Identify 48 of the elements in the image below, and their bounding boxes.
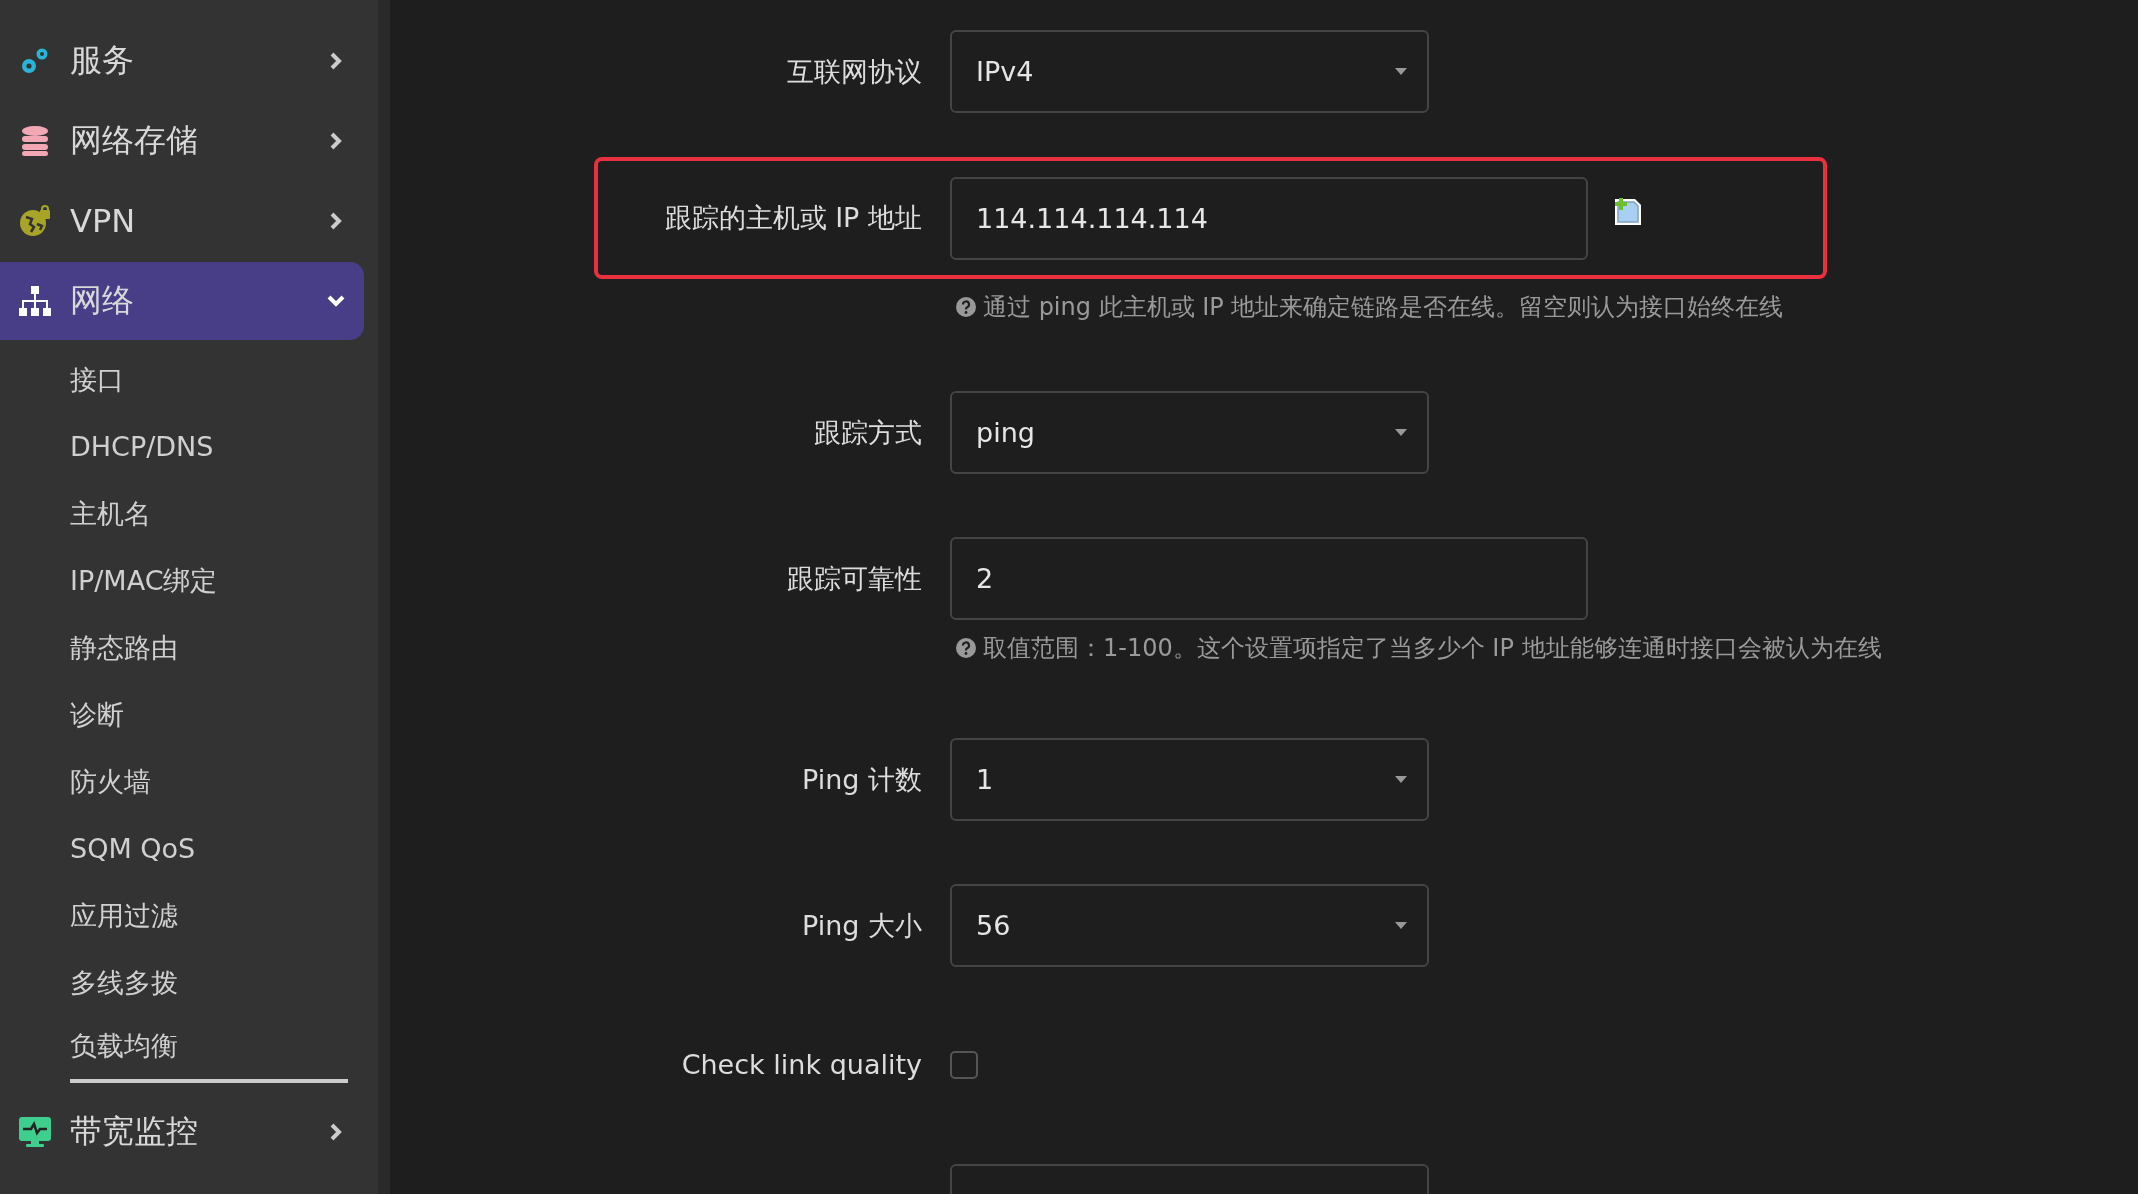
submenu-item[interactable]: 接口: [70, 346, 348, 413]
submenu-item[interactable]: 静态路由: [70, 614, 348, 681]
sitemap-icon: [18, 285, 52, 317]
chevron-icon: [328, 51, 344, 71]
field-label: 跟踪可靠性: [787, 562, 922, 594]
chevron-icon: [328, 131, 344, 151]
submenu-item[interactable]: 应用过滤: [70, 882, 348, 949]
submenu-item[interactable]: 主机名: [70, 480, 348, 547]
caret-icon: [1395, 775, 1407, 784]
select-field[interactable]: IPv4: [950, 30, 1429, 113]
submenu-item[interactable]: DHCP/DNS: [70, 413, 348, 480]
globe-lock-icon: [18, 204, 52, 238]
field-label: 跟踪的主机或 IP 地址: [664, 202, 922, 233]
select-field[interactable]: ping: [950, 391, 1429, 474]
database-icon: [20, 125, 50, 157]
caret-icon: [1395, 67, 1407, 76]
submenu-item[interactable]: 负载均衡: [70, 1016, 348, 1083]
nav-item[interactable]: 带宽监控: [0, 1093, 364, 1171]
add-file-icon[interactable]: [1612, 196, 1644, 228]
monitor-icon: [18, 1116, 52, 1148]
select-field[interactable]: 1: [950, 738, 1429, 821]
nav-item[interactable]: 网络存储: [0, 102, 364, 180]
field-label: Ping 大小: [801, 909, 922, 941]
nav-item[interactable]: 网络: [0, 262, 364, 340]
field-label: 互联网协议: [787, 55, 922, 87]
chevron-icon: [326, 293, 346, 309]
nav-item[interactable]: VPN: [0, 182, 364, 260]
nav-item[interactable]: 服务: [0, 22, 364, 100]
input-field[interactable]: 2: [950, 537, 1588, 620]
question-icon: [955, 296, 977, 318]
submenu-item[interactable]: SQM QoS: [70, 815, 348, 882]
checkbox[interactable]: [950, 1050, 978, 1079]
help-text: 通过 ping 此主机或 IP 地址来确定链路是否在线。留空则认为接口始终在线: [955, 291, 1784, 323]
submenu-item[interactable]: 多线多拨: [70, 949, 348, 1016]
question-icon: [955, 637, 977, 659]
caret-icon: [1395, 428, 1407, 437]
select-field[interactable]: 56: [950, 884, 1429, 967]
field-label: 跟踪方式: [814, 416, 922, 448]
field-label: Ping 计数: [801, 763, 922, 795]
caret-icon: [1395, 921, 1407, 930]
submenu-item[interactable]: 防火墙: [70, 748, 348, 815]
chevron-icon: [328, 1122, 344, 1142]
submenu-item[interactable]: 诊断: [70, 681, 348, 748]
chevron-icon: [328, 211, 344, 231]
submenu-item[interactable]: IP/MAC绑定: [70, 547, 348, 614]
help-text: 取值范围：1-100。这个设置项指定了当多少个 IP 地址能够连通时接口会被认为在线: [955, 632, 1882, 664]
input-field[interactable]: 114.114.114.114: [950, 176, 1588, 260]
field-label: Check link quality: [681, 1049, 922, 1080]
